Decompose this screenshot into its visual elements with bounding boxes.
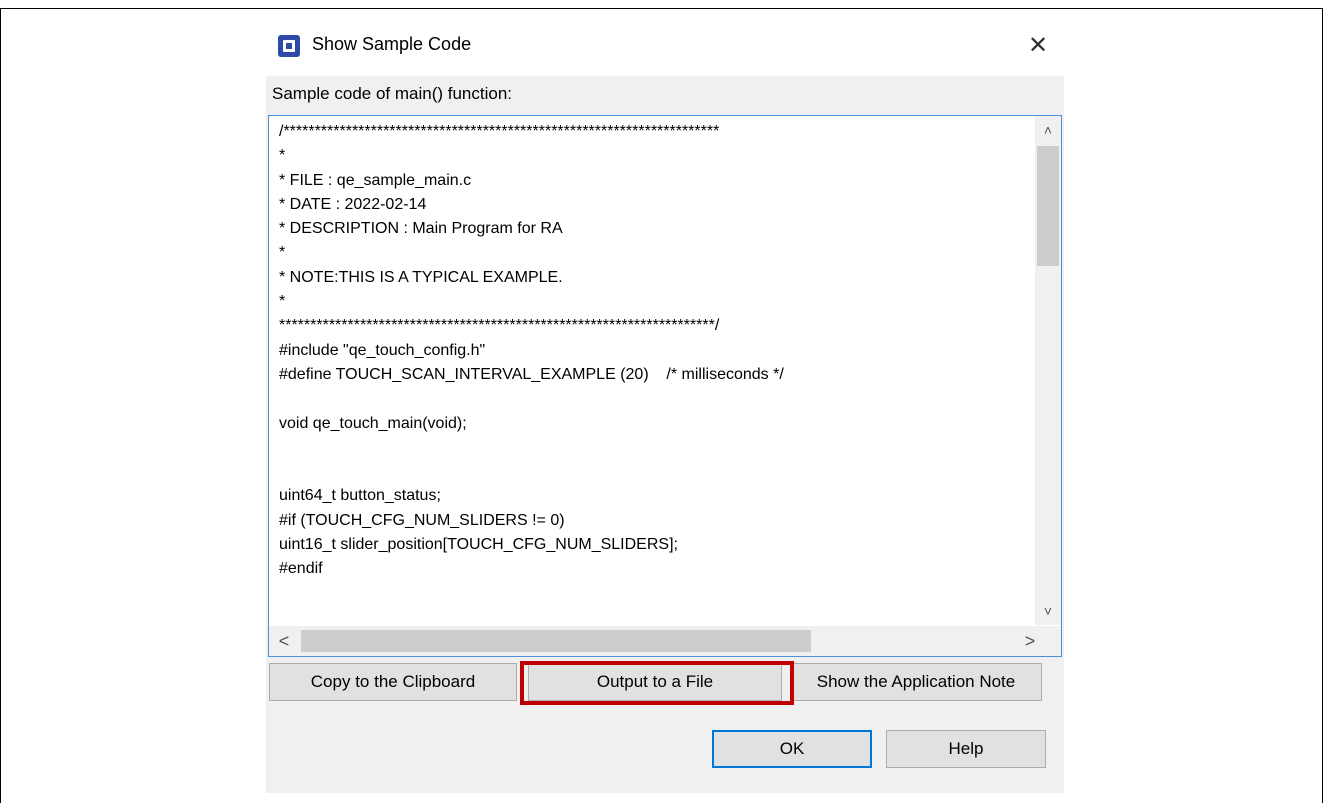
code-line: #include "qe_touch_config.h" bbox=[279, 341, 486, 359]
code-line: * NOTE:THIS IS A TYPICAL EXAMPLE. bbox=[279, 268, 563, 286]
help-button[interactable]: Help bbox=[886, 730, 1046, 768]
scroll-left-icon[interactable]: < bbox=[271, 626, 297, 656]
scroll-up-icon[interactable]: ˄ bbox=[1035, 118, 1061, 142]
code-line: #define TOUCH_SCAN_INTERVAL_EXAMPLE (20)… bbox=[279, 365, 784, 383]
code-text-area[interactable]: /***************************************… bbox=[268, 115, 1062, 657]
horizontal-scrollbar[interactable]: < > bbox=[269, 626, 1061, 656]
copy-to-clipboard-button[interactable]: Copy to the Clipboard bbox=[269, 663, 517, 701]
title-bar: Show Sample Code ✕ bbox=[266, 20, 1064, 76]
code-line: /***************************************… bbox=[279, 123, 720, 140]
horizontal-scroll-thumb[interactable] bbox=[301, 630, 811, 652]
code-line: #if (TOUCH_CFG_NUM_SLIDERS != 0) bbox=[279, 511, 565, 529]
app-icon bbox=[278, 35, 300, 57]
close-icon[interactable]: ✕ bbox=[1024, 32, 1052, 60]
code-line: ****************************************… bbox=[279, 317, 720, 335]
code-line: * FILE : qe_sample_main.c bbox=[279, 171, 472, 189]
code-line: #endif bbox=[279, 560, 323, 578]
show-application-note-button[interactable]: Show the Application Note bbox=[790, 663, 1042, 701]
code-line: uint16_t slider_position[TOUCH_CFG_NUM_S… bbox=[279, 536, 678, 554]
code-section-label: Sample code of main() function: bbox=[272, 84, 513, 103]
code-line: uint64_t button_status; bbox=[279, 487, 441, 505]
scroll-down-icon[interactable]: ˅ bbox=[1035, 599, 1061, 623]
scroll-right-icon[interactable]: > bbox=[1017, 626, 1043, 656]
vertical-scroll-thumb[interactable] bbox=[1037, 146, 1059, 266]
highlight-box bbox=[520, 661, 794, 705]
code-line: * DATE : 2022-02-14 bbox=[279, 195, 427, 213]
code-line: void qe_touch_main(void); bbox=[279, 414, 467, 432]
show-sample-code-dialog: Show Sample Code ✕ Sample code of main()… bbox=[266, 20, 1064, 793]
dialog-title: Show Sample Code bbox=[312, 34, 472, 54]
code-content: /***************************************… bbox=[279, 120, 784, 582]
code-line: * bbox=[279, 147, 286, 165]
code-line: * DESCRIPTION : Main Program for RA bbox=[279, 220, 563, 238]
code-line: * bbox=[279, 293, 286, 311]
vertical-scrollbar[interactable]: ˄ ˅ bbox=[1035, 116, 1061, 625]
ok-button[interactable]: OK bbox=[712, 730, 872, 768]
code-line: * bbox=[279, 244, 286, 262]
